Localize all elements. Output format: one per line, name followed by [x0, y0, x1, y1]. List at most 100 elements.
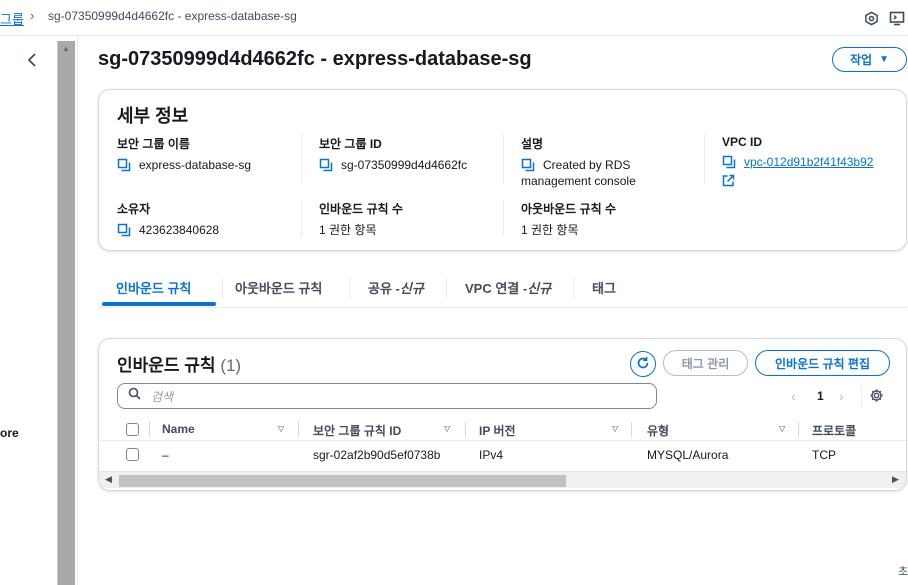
chevron-left-icon[interactable]: ‹: [791, 388, 796, 404]
tab-sharing[interactable]: 공유 - 신규: [368, 270, 424, 304]
refresh-button[interactable]: [630, 351, 656, 377]
field-value-cont: management console: [521, 174, 636, 188]
tab-inbound-rules[interactable]: 인바운드 규칙: [116, 270, 191, 304]
tab-vpc-associations[interactable]: VPC 연결 - 신규: [465, 270, 551, 304]
field-value: 1 권한 항목: [521, 223, 579, 237]
divider: [704, 134, 705, 184]
sort-icon[interactable]: ▽: [444, 424, 450, 433]
row-checkbox[interactable]: [126, 448, 139, 461]
tab-new-label: 신규: [399, 280, 424, 296]
chevron-right-icon[interactable]: ›: [839, 388, 844, 404]
details-panel: 세부 정보 보안 그룹 이름 express-database-sg 보안 그룹…: [98, 89, 907, 251]
field-owner: 소유자 423623840628: [117, 200, 219, 238]
settings-icon[interactable]: [869, 388, 884, 406]
tab-label: 태그: [592, 280, 616, 296]
field-value: 423623840628: [139, 223, 220, 237]
page-number[interactable]: 1: [817, 389, 824, 403]
tab-tags[interactable]: 태그: [592, 270, 616, 304]
field-label: 설명: [521, 137, 544, 151]
scrollbar-thumb[interactable]: [119, 475, 566, 487]
field-value: Created by RDS: [543, 158, 631, 172]
refresh-icon: [636, 356, 650, 373]
scroll-left-icon[interactable]: ◀: [105, 474, 112, 485]
field-value: express-database-sg: [139, 158, 252, 172]
active-tab-indicator: [102, 302, 216, 306]
copy-icon[interactable]: [319, 158, 333, 172]
column-header-type[interactable]: 유형: [647, 422, 669, 439]
tab-label: VPC 연결 -: [465, 280, 528, 296]
search-input[interactable]: 검색: [117, 383, 657, 409]
copy-icon[interactable]: [117, 223, 131, 237]
vertical-scrollbar[interactable]: ▲: [57, 41, 75, 585]
breadcrumb: 그룹 › sg-07350999d4d4662fc - express-data…: [0, 0, 908, 36]
divider: [861, 387, 862, 407]
scroll-right-icon[interactable]: ▶: [892, 474, 899, 485]
field-value: 1 권한 항목: [319, 223, 377, 237]
field-sg-id: 보안 그룹 ID sg-07350999d4d4662fc: [319, 135, 467, 173]
cloudshell-icon[interactable]: [888, 9, 906, 27]
field-inbound-count: 인바운드 규칙 수 1 권한 항목: [319, 200, 403, 238]
cell-ip-version: IPv4: [479, 448, 504, 462]
pagination: ‹ 1 ›: [789, 387, 899, 407]
cell-type: MYSQL/Aurora: [647, 448, 729, 462]
tab-label: 아웃바운드 규칙: [235, 280, 323, 296]
vpc-id-link[interactable]: vpc-012d91b2f41f43b92: [744, 154, 873, 170]
table-header: Name ▽ 보안 그룹 규칙 ID ▽ IP 버전 ▽ 유형 ▽ 프로토콜: [99, 419, 906, 441]
divider: [503, 200, 504, 236]
divider: [77, 36, 78, 585]
column-header-protocol[interactable]: 프로토콜: [812, 422, 856, 439]
tab-outbound-rules[interactable]: 아웃바운드 규칙: [235, 270, 322, 304]
divider: [446, 278, 447, 298]
divider: [301, 134, 302, 184]
scroll-up-icon[interactable]: ▲: [62, 44, 70, 53]
search-placeholder: 검색: [151, 389, 174, 404]
column-header-rule-id[interactable]: 보안 그룹 규칙 ID: [313, 422, 401, 439]
chevron-left-icon[interactable]: [22, 50, 42, 70]
field-label: 보안 그룹 ID: [319, 137, 382, 151]
page-title: sg-07350999d4d4662fc - express-database-…: [98, 48, 532, 70]
nav-partial-label: ore: [0, 426, 19, 440]
divider: [465, 422, 466, 437]
manage-tags-button[interactable]: 태그 관리: [663, 350, 748, 376]
divider: [631, 422, 632, 437]
copy-icon[interactable]: [117, 158, 131, 172]
field-outbound-count: 아웃바운드 규칙 수 1 권한 항목: [521, 200, 616, 238]
external-link-icon[interactable]: [722, 174, 735, 187]
field-label: VPC ID: [722, 135, 763, 149]
actions-button-label: 작업: [850, 53, 873, 67]
details-title: 세부 정보: [117, 106, 189, 126]
breadcrumb-parent-link[interactable]: 그룹: [0, 9, 24, 28]
horizontal-scrollbar[interactable]: ◀ ▶: [99, 471, 906, 488]
field-vpc-id: VPC ID vpc-012d91b2f41f43b92: [722, 135, 873, 190]
tab-label: 공유 -: [368, 280, 400, 296]
corner-glyph: 초: [898, 566, 908, 578]
field-description: 설명 Created by RDS management console: [521, 135, 636, 189]
sort-icon[interactable]: ▽: [779, 424, 785, 433]
cell-protocol: TCP: [812, 448, 836, 462]
inbound-rules-panel: 인바운드 규칙 (1) 태그 관리 인바운드 규칙 편집 검색 ‹ 1 › Na…: [98, 338, 907, 491]
sort-icon[interactable]: ▽: [278, 424, 284, 433]
edit-inbound-rules-button[interactable]: 인바운드 규칙 편집: [755, 350, 890, 376]
rules-title-text: 인바운드 규칙: [117, 356, 216, 375]
column-header-name[interactable]: Name: [162, 422, 195, 436]
table-row[interactable]: – sgr-02af2b90d5ef0738b IPv4 MYSQL/Auror…: [99, 442, 906, 468]
copy-icon[interactable]: [722, 155, 736, 169]
divider: [149, 422, 150, 437]
tab-bar: 인바운드 규칙 아웃바운드 규칙 공유 - 신규 VPC 연결 - 신규 태그: [98, 270, 907, 308]
actions-button[interactable]: 작업 ▼: [832, 47, 907, 72]
breadcrumb-current: sg-07350999d4d4662fc - express-database-…: [48, 9, 297, 23]
field-label: 소유자: [117, 202, 151, 216]
rules-title: 인바운드 규칙 (1): [117, 351, 241, 376]
divider: [301, 200, 302, 236]
column-header-ip-version[interactable]: IP 버전: [479, 422, 516, 439]
sort-icon[interactable]: ▽: [612, 424, 618, 433]
copy-icon[interactable]: [521, 158, 535, 172]
notification-icon[interactable]: [862, 9, 880, 27]
field-label: 아웃바운드 규칙 수: [521, 202, 616, 216]
field-value: sg-07350999d4d4662fc: [341, 158, 468, 172]
cell-name: –: [162, 448, 169, 462]
divider: [298, 422, 299, 437]
select-all-checkbox[interactable]: [126, 423, 139, 436]
divider: [349, 278, 350, 298]
rules-count: (1): [220, 356, 242, 375]
